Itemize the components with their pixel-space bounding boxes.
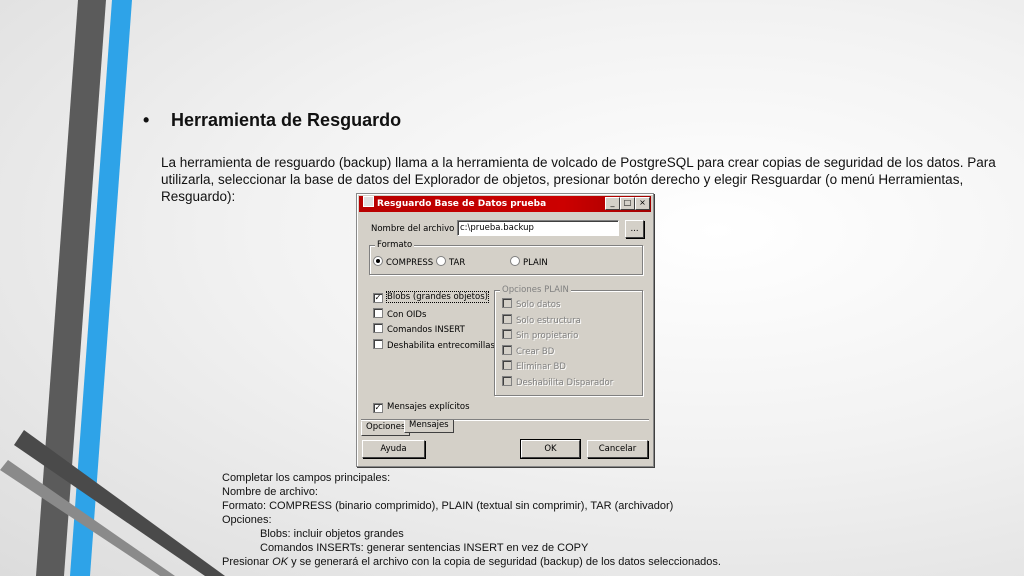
checkbox-icon [373, 323, 383, 333]
instruction-text: y se generará el archivo con la copia de… [288, 556, 721, 568]
disable-triggers-checkbox[interactable]: Deshabilita Disparador [502, 376, 613, 388]
checkbox-icon [502, 360, 512, 370]
plain-options-group: Opciones PLAIN Solo datos Solo estructur… [494, 285, 643, 396]
cancel-button-label: Cancelar [598, 444, 637, 454]
schema-only-checkbox[interactable]: Solo estructura [502, 314, 581, 326]
create-db-checkbox[interactable]: Crear BD [502, 345, 554, 357]
no-owner-label: Sin propietario [516, 331, 579, 341]
disable-quoting-checkbox[interactable]: Deshabilita entrecomillas [373, 339, 495, 351]
format-tar-label: TAR [449, 258, 466, 268]
checkmark-icon: ✓ [373, 293, 383, 303]
checkbox-icon [502, 376, 512, 386]
insert-commands-label: Comandos INSERT [387, 325, 465, 335]
blobs-checkbox[interactable]: ✓ Blobs (grandes objetos) [373, 291, 489, 303]
backup-dialog: Resguardo Base de Datos prueba _ □ × Nom… [356, 193, 654, 467]
cancel-button[interactable]: Cancelar [587, 440, 648, 458]
schema-only-label: Solo estructura [516, 316, 581, 326]
help-button-label: Ayuda [380, 444, 407, 454]
tab-opciones[interactable]: Opciones [361, 421, 411, 436]
format-group: Formato COMPRESS TAR PLAIN [369, 240, 643, 275]
format-plain-radio[interactable]: PLAIN [510, 256, 548, 268]
disable-quoting-label: Deshabilita entrecomillas [387, 341, 495, 351]
create-db-label: Crear BD [516, 347, 555, 357]
checkbox-icon [502, 345, 512, 355]
instruction-line: Blobs: incluir objetos grandes [260, 528, 404, 540]
instruction-line: Opciones: [222, 514, 272, 526]
radio-selected-icon [373, 256, 383, 266]
ok-emphasis: OK [272, 556, 289, 568]
oids-label: Con OIDs [387, 310, 427, 320]
checkbox-icon [373, 339, 383, 349]
drop-db-label: Eliminar BD [516, 362, 566, 372]
maximize-button[interactable]: □ [620, 197, 635, 210]
checkmark-icon: ✓ [373, 403, 383, 413]
format-compress-label: COMPRESS [386, 258, 434, 268]
slide-heading: • Herramienta de Resguardo [143, 110, 401, 131]
tab-mensajes[interactable]: Mensajes [404, 420, 454, 433]
browse-button[interactable]: ... [625, 220, 644, 238]
data-only-checkbox[interactable]: Solo datos [502, 298, 560, 310]
format-plain-label: PLAIN [523, 258, 548, 268]
verbose-checkbox[interactable]: ✓ Mensajes explícitos [373, 402, 470, 413]
format-group-label: Formato [375, 240, 415, 250]
verbose-label: Mensajes explícitos [387, 402, 470, 412]
minimize-button[interactable]: _ [605, 197, 620, 210]
bullet-point: • [143, 110, 150, 130]
app-icon [363, 196, 374, 207]
plain-options-label: Opciones PLAIN [500, 285, 571, 295]
disable-triggers-label: Deshabilita Disparador [516, 378, 614, 388]
instruction-line: Nombre de archivo: [222, 486, 318, 498]
radio-icon [436, 256, 446, 266]
ok-button-label: OK [544, 444, 557, 454]
no-owner-checkbox[interactable]: Sin propietario [502, 329, 578, 341]
filename-input[interactable]: c:\prueba.backup [457, 220, 619, 236]
help-button[interactable]: Ayuda [362, 440, 425, 458]
checkbox-icon [502, 329, 512, 339]
instruction-line: Comandos INSERTs: generar sentencias INS… [260, 542, 589, 554]
ok-button[interactable]: OK [520, 439, 581, 459]
instruction-line: Formato: COMPRESS (binario comprimido), … [222, 500, 674, 512]
dialog-title: Resguardo Base de Datos prueba [377, 199, 547, 209]
instructions: Completar los campos principales: Nombre… [222, 471, 922, 569]
drop-db-checkbox[interactable]: Eliminar BD [502, 360, 566, 372]
instruction-line-final: Presionar OK y se generará el archivo co… [222, 555, 922, 569]
checkbox-icon [502, 298, 512, 308]
insert-commands-checkbox[interactable]: Comandos INSERT [373, 323, 465, 335]
heading-text: Herramienta de Resguardo [171, 110, 402, 130]
filename-label: Nombre del archivo [371, 224, 455, 234]
instruction-line: Completar los campos principales: [222, 472, 391, 484]
radio-icon [510, 256, 520, 266]
format-tar-radio[interactable]: TAR [436, 256, 465, 268]
format-compress-radio[interactable]: COMPRESS [373, 256, 433, 268]
data-only-label: Solo datos [516, 300, 561, 310]
decorative-stripes [0, 0, 225, 576]
close-button[interactable]: × [635, 197, 650, 210]
checkbox-icon [502, 314, 512, 324]
oids-checkbox[interactable]: Con OIDs [373, 308, 426, 320]
checkbox-icon [373, 308, 383, 318]
blobs-label: Blobs (grandes objetos) [386, 291, 489, 303]
instruction-text: Presionar [222, 556, 273, 568]
